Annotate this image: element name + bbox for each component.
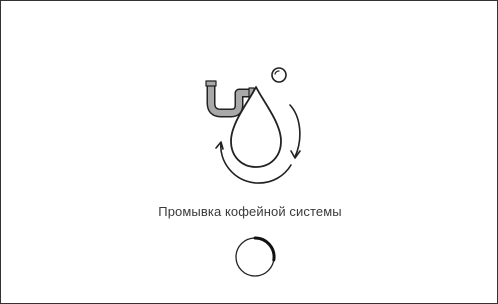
status-text: Промывка кофейной системы — [158, 204, 342, 219]
coffee-system-rinse-illustration — [205, 67, 301, 184]
loading-spinner — [235, 236, 276, 277]
screen-frame: Промывка кофейной системы — [0, 0, 498, 304]
bubble-icon — [271, 67, 287, 83]
